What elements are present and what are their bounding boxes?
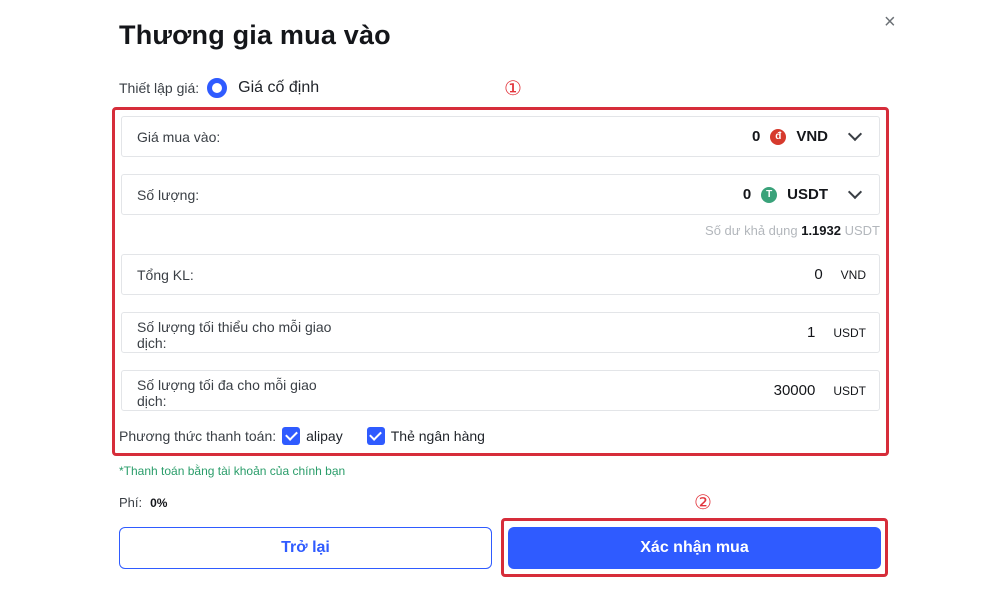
fee-label: Phí: bbox=[119, 495, 143, 510]
price-setting-label: Thiết lập giá: bbox=[119, 80, 200, 96]
dialog-title: Thương gia mua vào bbox=[119, 20, 391, 50]
price-setting-row: Thiết lập giá: Giá cố định bbox=[119, 78, 319, 98]
fixed-price-radio[interactable] bbox=[207, 78, 228, 98]
fee-value: 0% bbox=[150, 495, 168, 510]
annotation-marker-2: ② bbox=[694, 490, 712, 514]
fee-row: Phí: 0% bbox=[119, 495, 167, 510]
fixed-price-option-label[interactable]: Giá cố định bbox=[238, 79, 319, 97]
close-icon[interactable]: × bbox=[884, 12, 896, 32]
annotation-box-1 bbox=[112, 107, 889, 456]
annotation-marker-1: ① bbox=[504, 76, 522, 100]
own-account-note: *Thanh toán bằng tài khoản của chính bạn bbox=[119, 464, 346, 478]
back-button[interactable]: Trở lại bbox=[119, 527, 492, 569]
annotation-box-2 bbox=[501, 518, 888, 577]
